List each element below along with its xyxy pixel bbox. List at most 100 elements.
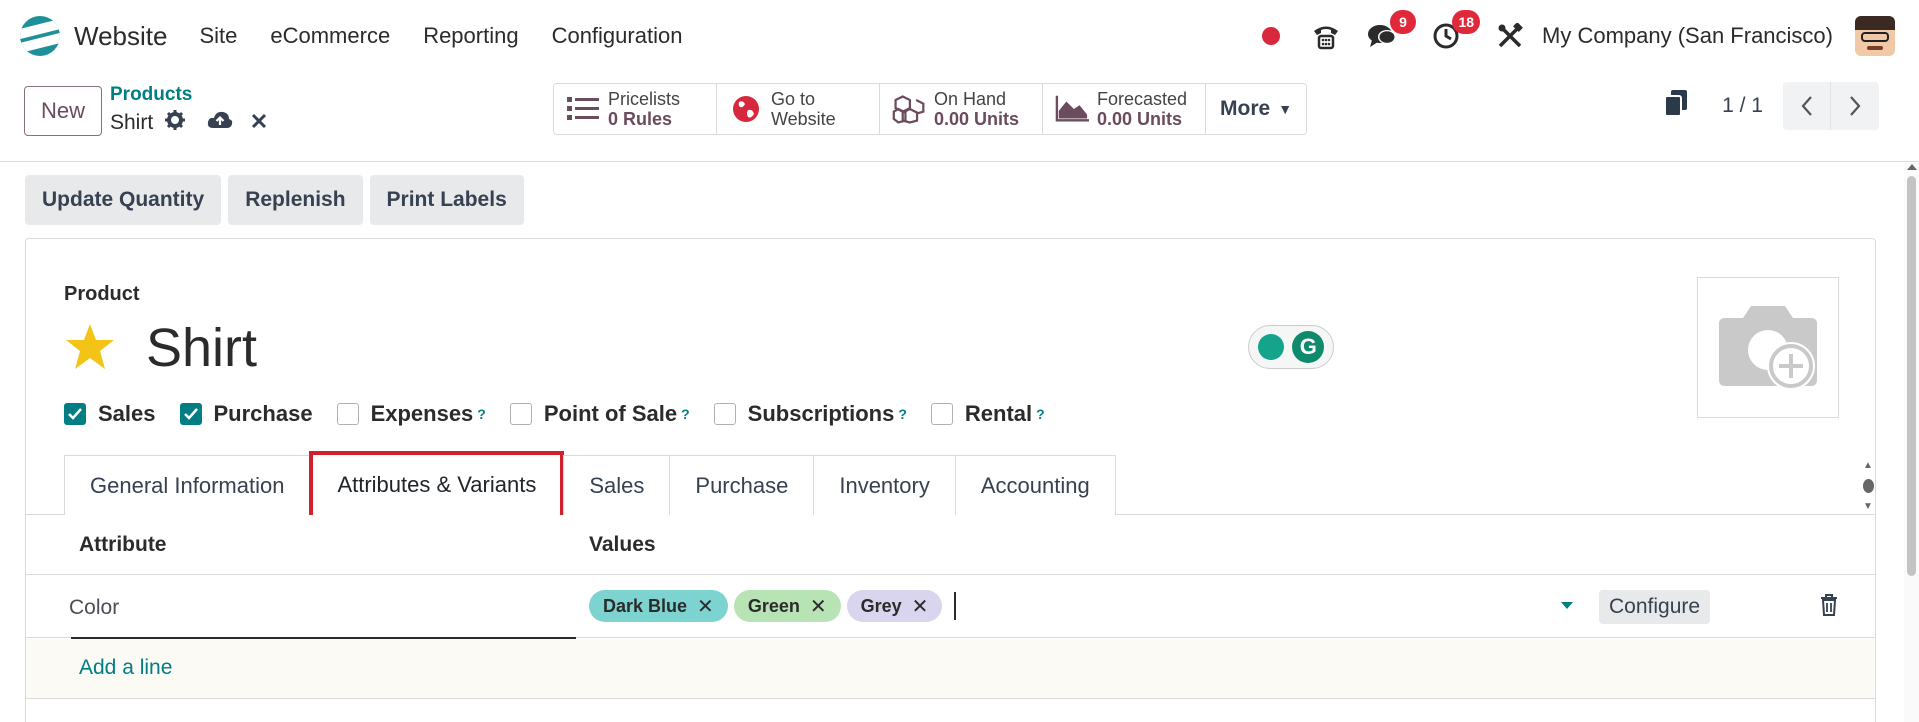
caret-down-icon: ▼ xyxy=(1278,101,1293,117)
update-quantity-button[interactable]: Update Quantity xyxy=(25,175,222,225)
product-type-checkboxes: Sales Purchase Expenses ? Point of Sale … xyxy=(64,401,1069,427)
tab-accounting[interactable]: Accounting xyxy=(954,455,1116,515)
tab-sales[interactable]: Sales xyxy=(563,455,671,515)
top-navbar: Website Site eCommerce Reporting Configu… xyxy=(0,0,1919,72)
tab-general-information[interactable]: General Information xyxy=(64,455,311,515)
chatter-resize-handle[interactable]: ▲ ▼ xyxy=(1862,460,1874,512)
on-hand-smart-button[interactable]: On Hand 0.00 Units xyxy=(880,84,1043,134)
check-icon[interactable] xyxy=(179,403,202,425)
menu-site[interactable]: Site xyxy=(199,23,237,49)
checkbox-label: Rental xyxy=(964,401,1033,426)
table-row[interactable]: Color Dark Blue ✕ Green ✕ Grey ✕ Configu… xyxy=(26,576,1875,639)
grammarly-logo-icon: G xyxy=(1292,331,1325,363)
attributes-table-header: Attribute Values xyxy=(26,515,1875,575)
pager-value[interactable]: 1 / 1 xyxy=(1722,94,1763,118)
column-header-attribute[interactable]: Attribute xyxy=(79,533,167,557)
more-smart-buttons-dropdown[interactable]: More ▼ xyxy=(1206,84,1307,134)
breadcrumb-current: Shirt xyxy=(110,111,154,134)
forecasted-smart-button[interactable]: Forecasted 0.00 Units xyxy=(1043,84,1206,134)
tab-inventory[interactable]: Inventory xyxy=(813,455,956,515)
messages-badge: 9 xyxy=(1390,10,1417,34)
breadcrumb-products-link[interactable]: Products xyxy=(110,84,267,106)
website-label-line2: Website xyxy=(771,109,836,129)
user-avatar[interactable] xyxy=(1855,16,1895,56)
gear-icon[interactable] xyxy=(165,110,186,136)
checkbox-box[interactable] xyxy=(336,403,359,425)
copy-record-icon[interactable] xyxy=(1664,89,1688,123)
debug-tools-icon[interactable] xyxy=(1492,18,1528,54)
tab-attributes-variants[interactable]: Attributes & Variants xyxy=(309,451,565,515)
menu-ecommerce[interactable]: eCommerce xyxy=(270,23,390,49)
scrollbar-thumb[interactable] xyxy=(1907,176,1916,576)
phone-icon[interactable] xyxy=(1308,18,1344,54)
checkbox-label: Purchase xyxy=(213,401,313,426)
go-to-website-smart-button[interactable]: Go to Website xyxy=(717,84,880,134)
checkbox-box[interactable] xyxy=(930,403,953,425)
favorite-star-icon[interactable] xyxy=(64,322,116,374)
menu-reporting[interactable]: Reporting xyxy=(423,23,518,49)
cubes-icon xyxy=(892,94,926,124)
help-tooltip-icon[interactable]: ? xyxy=(898,406,907,422)
remove-tag-icon[interactable]: ✕ xyxy=(697,594,714,619)
remove-tag-icon[interactable]: ✕ xyxy=(912,594,929,619)
product-name-field[interactable]: Shirt xyxy=(146,317,257,379)
handle-dot-icon xyxy=(1862,479,1874,493)
globe-icon xyxy=(729,94,763,124)
tab-purchase[interactable]: Purchase xyxy=(669,455,815,515)
app-brand[interactable]: Website xyxy=(20,16,167,56)
value-tag-grey: Grey ✕ xyxy=(846,590,943,622)
arrow-up-icon: ▲ xyxy=(1863,460,1873,471)
help-tooltip-icon[interactable]: ? xyxy=(1036,406,1045,422)
column-header-values[interactable]: Values xyxy=(589,533,656,557)
recording-indicator-icon[interactable] xyxy=(1262,27,1281,45)
checkbox-box[interactable] xyxy=(713,403,736,425)
add-line-row: Add a line xyxy=(26,639,1875,699)
check-icon[interactable] xyxy=(64,403,86,425)
company-switcher[interactable]: My Company (San Francisco) xyxy=(1542,23,1833,49)
smart-buttons: Pricelists 0 Rules Go to Website On Hand… xyxy=(553,83,1308,135)
pager-previous-button[interactable] xyxy=(1783,82,1831,130)
pricelists-value: 0 Rules xyxy=(608,109,673,129)
menu-configuration[interactable]: Configuration xyxy=(552,23,683,49)
remove-tag-icon[interactable]: ✕ xyxy=(810,594,827,619)
help-tooltip-icon[interactable]: ? xyxy=(477,406,486,422)
print-labels-button[interactable]: Print Labels xyxy=(369,175,524,225)
new-button[interactable]: New xyxy=(24,86,102,136)
text-cursor xyxy=(954,592,957,620)
checkbox-point-of-sale[interactable]: Point of Sale ? xyxy=(509,401,690,427)
configure-button[interactable]: Configure xyxy=(1599,590,1711,624)
grammarly-widget[interactable]: G xyxy=(1248,325,1334,369)
values-dropdown-caret-icon[interactable] xyxy=(1561,602,1573,609)
discard-close-icon[interactable] xyxy=(251,112,267,135)
odoo-website-logo-icon xyxy=(20,16,60,56)
scroll-up-arrow-icon[interactable] xyxy=(1907,164,1917,170)
tag-label: Dark Blue xyxy=(603,595,688,616)
replenish-button[interactable]: Replenish xyxy=(228,175,363,225)
checkbox-subscriptions[interactable]: Subscriptions ? xyxy=(713,401,907,427)
help-tooltip-icon[interactable]: ? xyxy=(681,406,690,422)
checkbox-purchase[interactable]: Purchase xyxy=(179,401,313,427)
checkbox-box[interactable] xyxy=(509,403,532,425)
breadcrumb: Products Shirt xyxy=(110,84,267,136)
pager-next-button[interactable] xyxy=(1831,82,1879,130)
trash-icon[interactable] xyxy=(1820,594,1838,622)
activities-clock-icon[interactable]: 18 xyxy=(1428,10,1481,54)
activities-badge: 18 xyxy=(1452,10,1481,34)
pager: 1 / 1 xyxy=(1664,82,1879,130)
messages-icon[interactable]: 9 xyxy=(1364,10,1417,54)
grammarly-bulb-icon xyxy=(1257,334,1284,360)
pricelists-smart-button[interactable]: Pricelists 0 Rules xyxy=(554,84,717,134)
attribute-cell[interactable]: Color xyxy=(69,596,119,620)
checkbox-sales[interactable]: Sales xyxy=(64,401,156,427)
list-icon xyxy=(566,94,600,124)
page-scrollbar[interactable] xyxy=(1904,162,1919,722)
add-a-line-link[interactable]: Add a line xyxy=(79,656,172,680)
values-many2many-tags[interactable]: Dark Blue ✕ Green ✕ Grey ✕ xyxy=(589,590,957,622)
value-tag-dark-blue: Dark Blue ✕ xyxy=(589,590,728,622)
checkbox-expenses[interactable]: Expenses ? xyxy=(336,401,486,427)
product-image-upload[interactable] xyxy=(1697,277,1839,418)
save-cloud-icon[interactable] xyxy=(207,110,233,136)
notebook-tabs: General Information Attributes & Variant… xyxy=(64,451,1116,515)
website-label-line1: Go to xyxy=(771,89,816,109)
checkbox-rental[interactable]: Rental ? xyxy=(930,401,1045,427)
